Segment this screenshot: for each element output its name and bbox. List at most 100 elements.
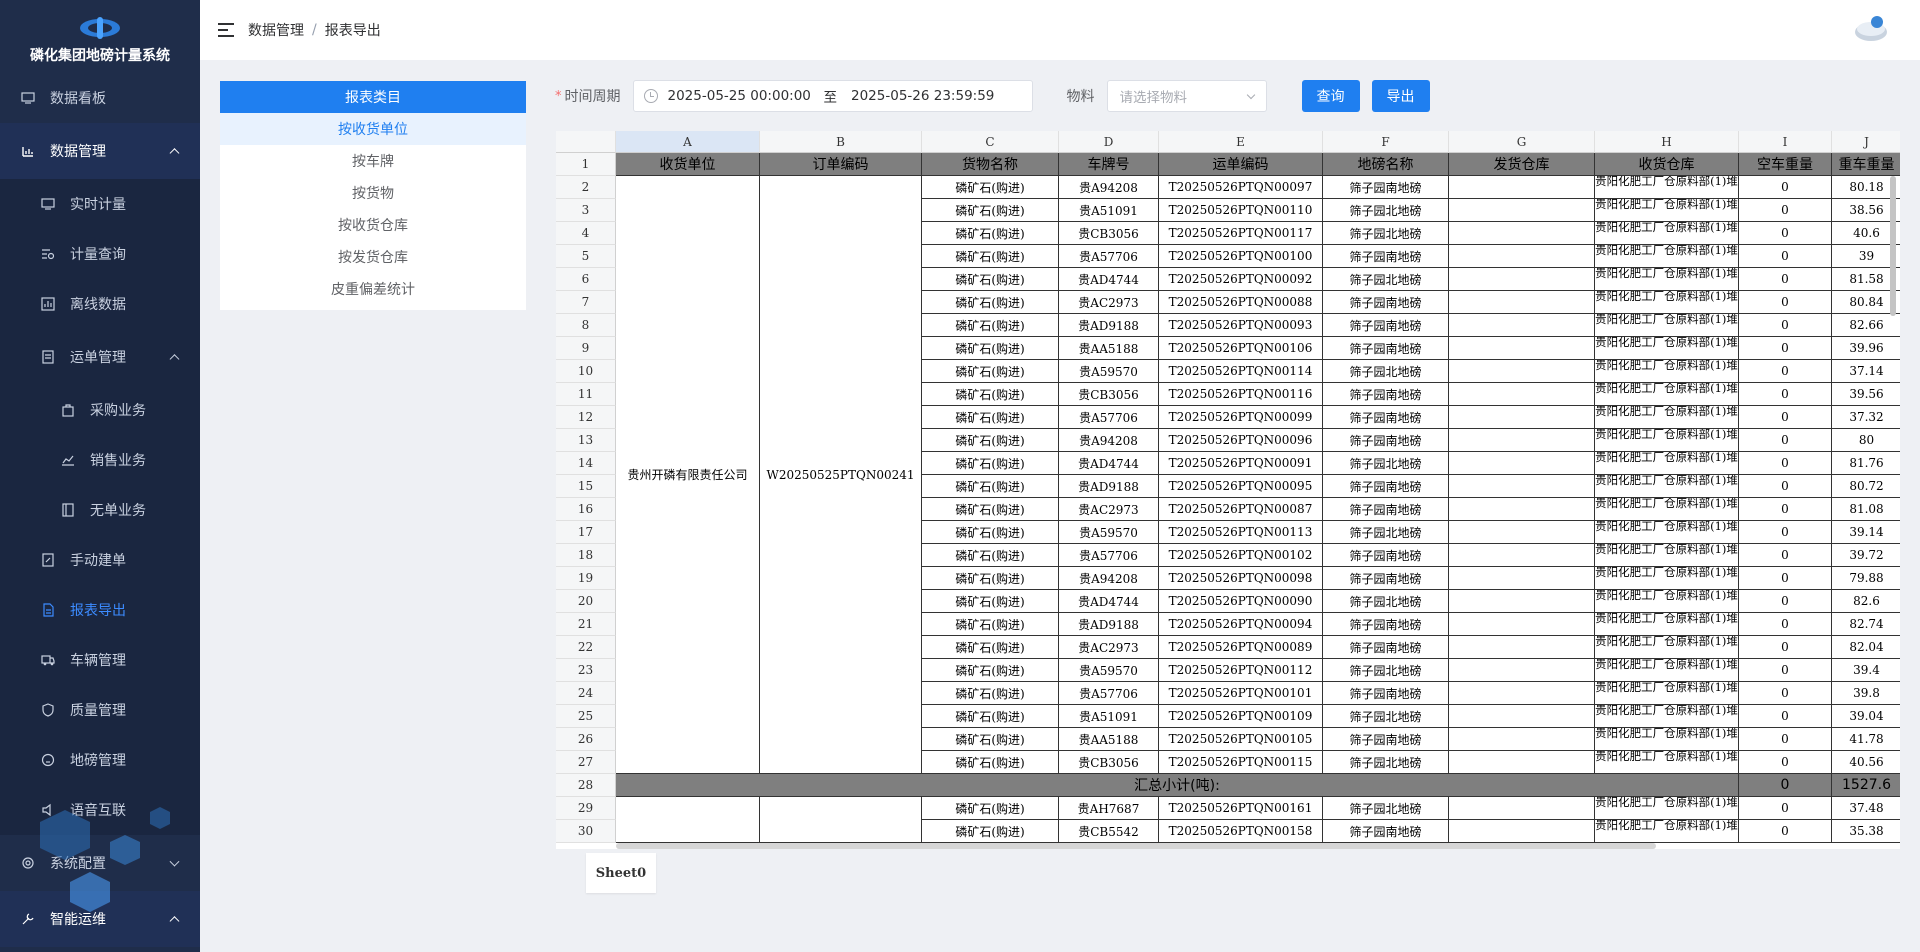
empty-weight-cell[interactable]: 0 [1739,291,1832,314]
waybill-cell[interactable]: T20250526PTQN00115 [1159,751,1323,774]
scale-cell[interactable]: 筛子园南地磅 [1323,613,1449,636]
row-header[interactable]: 22 [556,636,616,659]
goods-cell[interactable]: 磷矿石(购进) [922,314,1059,337]
goods-cell[interactable]: 磷矿石(购进) [922,199,1059,222]
column-header[interactable]: F [1323,131,1449,153]
shipping-warehouse-cell[interactable] [1449,452,1595,475]
plate-cell[interactable]: 贵AC2973 [1059,291,1159,314]
sidebar-item-data-management[interactable]: 数据管理 [0,123,200,179]
sidebar-item-query[interactable]: 计量查询 [0,229,200,279]
empty-weight-cell[interactable]: 0 [1739,820,1832,843]
plate-cell[interactable]: 贵A59570 [1059,360,1159,383]
row-header[interactable]: 30 [556,820,616,843]
row-header[interactable]: 9 [556,337,616,360]
sheet-corner[interactable] [556,131,616,153]
waybill-cell[interactable]: T20250526PTQN00112 [1159,659,1323,682]
plate-cell[interactable]: 贵CB3056 [1059,222,1159,245]
scale-cell[interactable]: 筛子园南地磅 [1323,176,1449,199]
scale-cell[interactable]: 筛子园北地磅 [1323,268,1449,291]
row-header[interactable]: 2 [556,176,616,199]
column-header[interactable]: J [1832,131,1900,153]
plate-cell[interactable]: 贵AD9188 [1059,475,1159,498]
row-header[interactable]: 26 [556,728,616,751]
shipping-warehouse-cell[interactable] [1449,613,1595,636]
plate-cell[interactable]: 贵AD4744 [1059,590,1159,613]
breadcrumb-item-data-management[interactable]: 数据管理 [248,20,304,40]
waybill-cell[interactable]: T20250526PTQN00098 [1159,567,1323,590]
merged-receiver-cell[interactable]: 贵州开磷有限责任公司 [616,176,760,774]
plate-cell[interactable]: 贵AD9188 [1059,613,1159,636]
shipping-warehouse-cell[interactable] [1449,797,1595,820]
empty-weight-cell[interactable]: 0 [1739,360,1832,383]
scale-cell[interactable]: 筛子园南地磅 [1323,383,1449,406]
heavy-weight-cell[interactable]: 41.78 [1832,728,1900,751]
scale-cell[interactable]: 筛子园南地磅 [1323,406,1449,429]
row-header[interactable]: 23 [556,659,616,682]
waybill-cell[interactable]: T20250526PTQN00102 [1159,544,1323,567]
waybill-cell[interactable]: T20250526PTQN00106 [1159,337,1323,360]
table-header-cell[interactable]: 发货仓库 [1449,153,1595,176]
sidebar-item-vehicles[interactable]: 车辆管理 [0,635,200,685]
goods-cell[interactable]: 磷矿石(购进) [922,337,1059,360]
receiving-warehouse-cell[interactable]: 贵阳化肥工厂仓原料部 (1)堆 [1595,659,1739,682]
scale-cell[interactable]: 筛子园南地磅 [1323,429,1449,452]
goods-cell[interactable]: 磷矿石(购进) [922,360,1059,383]
column-header[interactable]: C [922,131,1059,153]
heavy-weight-cell[interactable]: 80 [1832,429,1900,452]
column-header[interactable]: B [760,131,922,153]
merged-order-cell[interactable]: W20250525PTQN00241 [760,176,922,774]
report-item-by-shipping-warehouse[interactable]: 按发货仓库 [220,241,526,273]
scale-cell[interactable]: 筛子园南地磅 [1323,337,1449,360]
shipping-warehouse-cell[interactable] [1449,429,1595,452]
row-header[interactable]: 10 [556,360,616,383]
empty-weight-cell[interactable]: 0 [1739,429,1832,452]
receiving-warehouse-cell[interactable]: 贵阳化肥工厂仓原料部 (1)堆 [1595,521,1739,544]
waybill-cell[interactable]: T20250526PTQN00158 [1159,820,1323,843]
receiving-warehouse-cell[interactable]: 贵阳化肥工厂仓原料部 (1)堆 [1595,820,1739,843]
end-date-input[interactable]: 2025-05-26 23:59:59 [851,88,1001,104]
receiving-warehouse-cell[interactable]: 贵阳化肥工厂仓原料部 (1)堆 [1595,751,1739,774]
scale-cell[interactable]: 筛子园北地磅 [1323,659,1449,682]
receiving-warehouse-cell[interactable]: 贵阳化肥工厂仓原料部 (1)堆 [1595,613,1739,636]
shipping-warehouse-cell[interactable] [1449,682,1595,705]
column-header[interactable]: G [1449,131,1595,153]
row-header[interactable]: 21 [556,613,616,636]
row-header[interactable]: 17 [556,521,616,544]
waybill-cell[interactable]: T20250526PTQN00097 [1159,176,1323,199]
shipping-warehouse-cell[interactable] [1449,291,1595,314]
heavy-weight-cell[interactable]: 81.76 [1832,452,1900,475]
waybill-cell[interactable]: T20250526PTQN00117 [1159,222,1323,245]
receiver-cell[interactable] [616,797,760,843]
goods-cell[interactable]: 磷矿石(购进) [922,475,1059,498]
receiving-warehouse-cell[interactable]: 贵阳化肥工厂仓原料部 (1)堆 [1595,429,1739,452]
plate-cell[interactable]: 贵A59570 [1059,659,1159,682]
row-header[interactable]: 20 [556,590,616,613]
heavy-weight-cell[interactable]: 39.56 [1832,383,1900,406]
shipping-warehouse-cell[interactable] [1449,498,1595,521]
empty-weight-cell[interactable]: 0 [1739,797,1832,820]
heavy-weight-cell[interactable]: 40.56 [1832,751,1900,774]
total-label-cell[interactable]: 汇总小计(吨): [616,774,1739,797]
heavy-weight-cell[interactable]: 39.14 [1832,521,1900,544]
query-button[interactable]: 查询 [1301,80,1360,112]
plate-cell[interactable]: 贵A51091 [1059,705,1159,728]
receiving-warehouse-cell[interactable]: 贵阳化肥工厂仓原料部 (1)堆 [1595,337,1739,360]
menu-toggle-icon[interactable] [218,22,236,38]
scale-cell[interactable]: 筛子园北地磅 [1323,590,1449,613]
row-header[interactable]: 12 [556,406,616,429]
receiving-warehouse-cell[interactable]: 贵阳化肥工厂仓原料部 (1)堆 [1595,199,1739,222]
shipping-warehouse-cell[interactable] [1449,544,1595,567]
empty-weight-cell[interactable]: 0 [1739,705,1832,728]
plate-cell[interactable]: 贵A59570 [1059,521,1159,544]
plate-cell[interactable]: 贵CB3056 [1059,751,1159,774]
receiving-warehouse-cell[interactable]: 贵阳化肥工厂仓原料部 (1)堆 [1595,245,1739,268]
heavy-weight-cell[interactable]: 37.48 [1832,797,1900,820]
waybill-cell[interactable]: T20250526PTQN00113 [1159,521,1323,544]
scale-cell[interactable]: 筛子园北地磅 [1323,452,1449,475]
heavy-weight-cell[interactable]: 81.08 [1832,498,1900,521]
row-header[interactable]: 14 [556,452,616,475]
start-date-input[interactable]: 2025-05-25 00:00:00 [668,88,818,104]
empty-weight-cell[interactable]: 0 [1739,268,1832,291]
goods-cell[interactable]: 磷矿石(购进) [922,245,1059,268]
goods-cell[interactable]: 磷矿石(购进) [922,544,1059,567]
